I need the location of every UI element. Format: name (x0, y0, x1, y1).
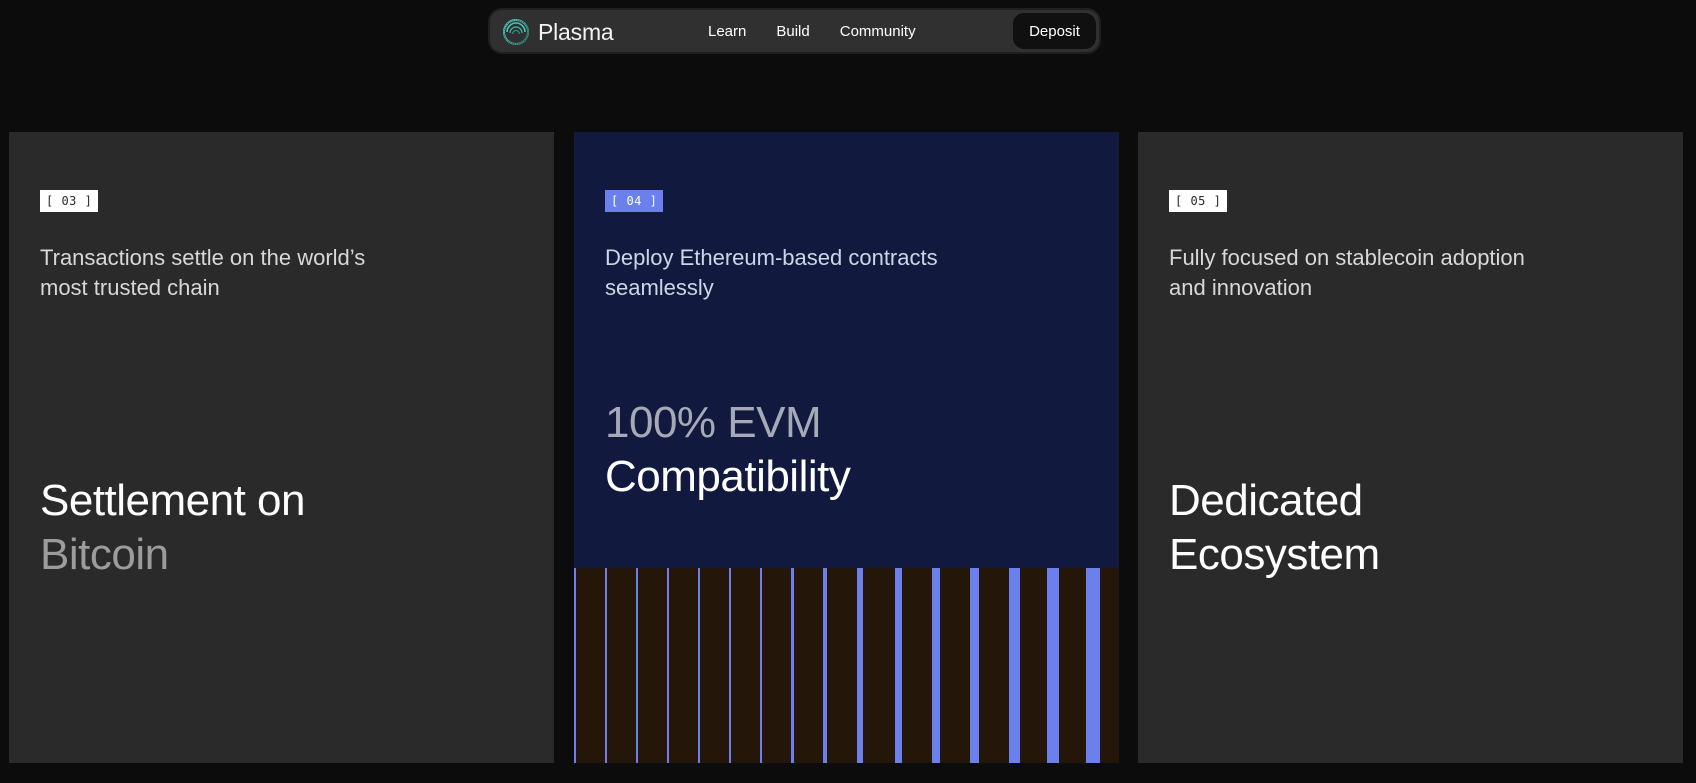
decorative-bar (1086, 568, 1100, 763)
decorative-bar (636, 568, 638, 763)
nav-link-learn[interactable]: Learn (708, 23, 746, 40)
decorative-bar (667, 568, 669, 763)
plasma-logo-icon (503, 19, 529, 45)
decorative-bar (574, 568, 576, 763)
page: Plasma Learn Build Community Deposit [ 0… (0, 0, 1696, 783)
decorative-bar (698, 568, 700, 763)
brand-link[interactable]: Plasma (502, 17, 614, 47)
card-headline-primary: Dedicated (1169, 476, 1363, 525)
decorative-bar (932, 568, 940, 763)
nav-link-community[interactable]: Community (840, 23, 916, 40)
brand-name: Plasma (538, 18, 614, 45)
card-headline-primary: Settlement on (40, 476, 306, 525)
card-headline: Dedicated Ecosystem (1169, 474, 1380, 582)
decorative-bar (729, 568, 731, 763)
card-headline: 100% EVM Compatibility (605, 396, 851, 504)
card-tag: [ 04 ] (605, 190, 664, 212)
decorative-bar (823, 568, 827, 763)
feature-card-ecosystem: [ 05 ] Fully focused on stablecoin adopt… (1138, 132, 1683, 763)
decorative-bar (791, 568, 794, 763)
feature-card-evm: [ 04 ] Deploy Ethereum-based contracts s… (574, 132, 1119, 763)
card-headline-primary: Ecosystem (1169, 530, 1380, 579)
nav-links: Learn Build Community (708, 10, 946, 52)
deposit-button[interactable]: Deposit (1013, 13, 1096, 49)
feature-card-settlement: [ 03 ] Transactions settle on the world’… (9, 132, 554, 763)
card-headline: Settlement on Bitcoin (40, 474, 306, 582)
decorative-bar-pattern (574, 568, 1119, 763)
card-headline-secondary: Bitcoin (40, 530, 169, 579)
decorative-bar (1047, 568, 1059, 763)
card-tag: [ 05 ] (1169, 190, 1228, 212)
card-description: Deploy Ethereum-based contracts seamless… (605, 245, 938, 300)
decorative-bar (760, 568, 762, 763)
top-navigation: Plasma Learn Build Community Deposit (488, 8, 1101, 54)
card-tag: [ 03 ] (40, 190, 99, 212)
decorative-bar (857, 568, 863, 763)
card-description: Transactions settle on the world’s most … (40, 245, 366, 300)
decorative-bar (970, 568, 979, 763)
card-headline-primary: Compatibility (605, 452, 851, 501)
decorative-bar (1009, 568, 1020, 763)
card-headline-secondary: 100% EVM (605, 398, 822, 447)
decorative-bar (895, 568, 902, 763)
nav-link-build[interactable]: Build (776, 23, 809, 40)
decorative-bar (605, 568, 607, 763)
card-description: Fully focused on stablecoin adoption and… (1169, 245, 1525, 300)
